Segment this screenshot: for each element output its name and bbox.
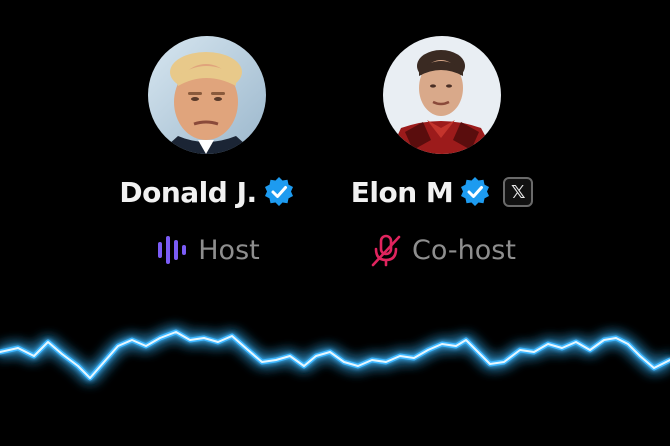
speaking-bars-icon — [154, 232, 190, 268]
x-affiliation-badge-icon: 𝕏 — [503, 177, 534, 207]
speaker-name: Donald J. — [119, 175, 257, 209]
avatar[interactable] — [148, 36, 266, 154]
speaker-role: Co-host — [412, 234, 516, 266]
microphone-muted-icon — [368, 232, 404, 268]
speaker-card-cohost[interactable]: Elon M 𝕏 Co-host — [322, 36, 562, 270]
verified-badge-icon — [459, 176, 491, 208]
audio-waveform — [0, 329, 670, 381]
speaker-name: Elon M — [350, 175, 454, 209]
avatar[interactable] — [383, 36, 501, 154]
speaker-card-host[interactable]: Donald J. Host — [87, 36, 327, 270]
speaker-role: Host — [198, 234, 260, 266]
verified-badge-icon — [263, 176, 295, 208]
